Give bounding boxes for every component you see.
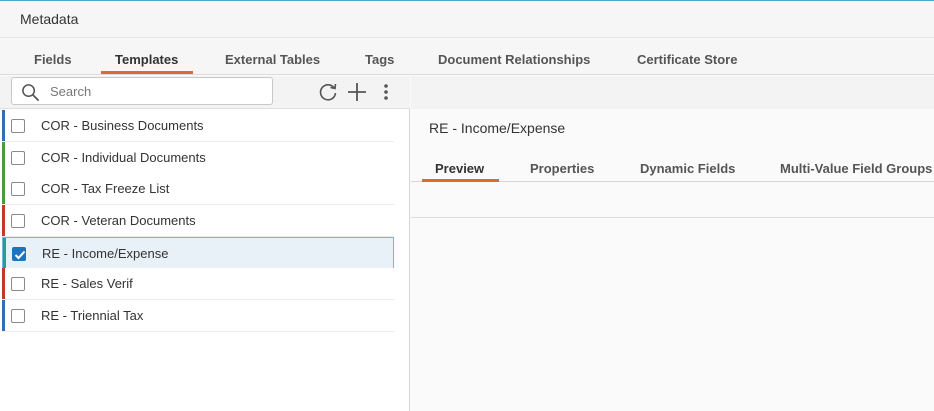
list-item[interactable]: RE - Triennial Tax — [2, 300, 394, 332]
search-box[interactable] — [11, 77, 273, 105]
row-checkbox[interactable] — [11, 119, 25, 133]
tab-document-relationships[interactable]: Document Relationships — [438, 52, 590, 67]
tab-tags[interactable]: Tags — [365, 52, 394, 67]
template-name: COR - Veteran Documents — [41, 213, 196, 228]
active-subtab-indicator — [422, 179, 499, 182]
list-item-selected[interactable]: RE - Income/Expense — [2, 237, 394, 269]
detail-tab-bar: Preview Properties Dynamic Fields Multi-… — [411, 150, 934, 182]
plus-icon[interactable] — [346, 81, 368, 103]
search-input[interactable] — [50, 82, 265, 101]
color-stripe — [2, 205, 5, 236]
color-stripe — [2, 142, 5, 173]
tab-fields[interactable]: Fields — [34, 52, 72, 67]
color-stripe — [2, 300, 5, 331]
templates-list-panel: COR - Business Documents COR - Individua… — [0, 76, 410, 411]
list-toolbar — [0, 76, 410, 109]
row-checkbox[interactable] — [11, 214, 25, 228]
refresh-icon[interactable] — [317, 81, 339, 103]
template-name: RE - Income/Expense — [42, 246, 169, 261]
row-checkbox[interactable] — [11, 309, 25, 323]
tab-external-tables[interactable]: External Tables — [225, 52, 320, 67]
list-item[interactable]: RE - Sales Verif — [2, 268, 394, 300]
window-title: Metadata — [20, 11, 79, 27]
active-tab-indicator — [101, 71, 193, 74]
template-detail-panel: RE - Income/Expense Preview Properties D… — [411, 76, 934, 411]
checkmark-icon — [14, 250, 26, 260]
row-checkbox[interactable] — [11, 182, 25, 196]
tab-preview[interactable]: Preview — [435, 161, 484, 176]
title-bar: Metadata — [0, 2, 934, 38]
tab-templates[interactable]: Templates — [115, 52, 178, 67]
color-stripe — [2, 268, 5, 299]
top-tab-bar: Fields Templates External Tables Tags Do… — [0, 39, 934, 75]
tab-certificate-store[interactable]: Certificate Store — [637, 52, 737, 67]
detail-title: RE - Income/Expense — [429, 120, 566, 136]
preview-area — [411, 183, 934, 218]
template-name: RE - Triennial Tax — [41, 308, 144, 323]
row-checkbox[interactable] — [11, 277, 25, 291]
tab-multi-value-field-groups[interactable]: Multi-Value Field Groups — [780, 161, 932, 176]
list-item[interactable]: COR - Tax Freeze List — [2, 173, 394, 205]
row-checkbox-checked[interactable] — [12, 247, 26, 261]
template-name: COR - Individual Documents — [41, 150, 206, 165]
list-item[interactable]: COR - Business Documents — [2, 110, 394, 142]
list-item[interactable]: COR - Individual Documents — [2, 142, 394, 174]
tab-properties[interactable]: Properties — [530, 161, 594, 176]
list-item[interactable]: COR - Veteran Documents — [2, 205, 394, 237]
detail-header-strip — [411, 76, 934, 109]
more-vertical-icon[interactable] — [376, 81, 396, 103]
template-name: RE - Sales Verif — [41, 276, 133, 291]
tab-dynamic-fields[interactable]: Dynamic Fields — [640, 161, 735, 176]
color-stripe — [2, 173, 5, 204]
color-stripe — [3, 238, 6, 269]
template-name: COR - Tax Freeze List — [41, 181, 170, 196]
row-checkbox[interactable] — [11, 151, 25, 165]
metadata-app: Metadata Fields Templates External Table… — [0, 0, 934, 411]
color-stripe — [2, 110, 5, 141]
search-icon — [22, 84, 39, 101]
template-name: COR - Business Documents — [41, 118, 204, 133]
